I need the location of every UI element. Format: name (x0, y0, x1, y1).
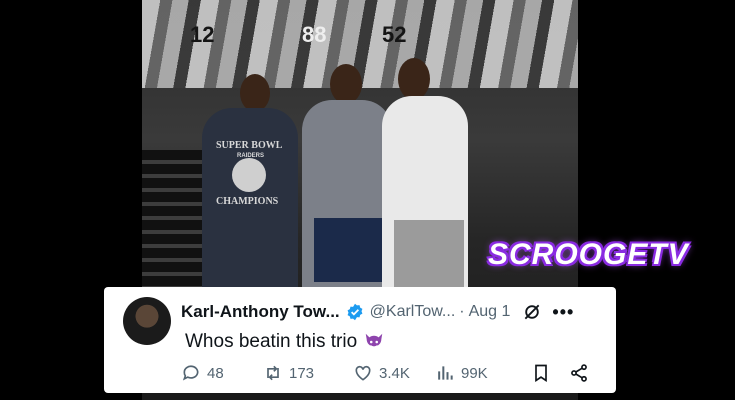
views-button[interactable]: 99K (435, 363, 531, 383)
author-name[interactable]: Karl-Anthony Tow... (181, 302, 340, 322)
reply-count: 48 (207, 364, 224, 382)
tweet-body: Whos beatin this trio (185, 331, 385, 353)
watermark: SCROOGETV (488, 238, 689, 271)
raiders-logo (232, 158, 266, 192)
tweet-text: Whos beatin this trio (185, 331, 358, 352)
shirt-line: CHAMPIONS (216, 196, 279, 207)
repost-count: 173 (289, 364, 315, 382)
person-right-shorts (394, 220, 464, 290)
like-count: 3.4K (379, 364, 410, 382)
mural-jersey-number: 88 (302, 22, 327, 47)
repost-button[interactable]: 173 (263, 363, 353, 383)
share-button[interactable] (569, 363, 595, 383)
share-icon (571, 364, 587, 382)
mural-jersey-number: 52 (382, 22, 407, 47)
tweet-card[interactable]: Karl-Anthony Tow... @KarlTow... · Aug 1 … (104, 287, 616, 393)
reply-button[interactable]: 48 (181, 363, 263, 383)
shirt-line: RAIDERS (237, 153, 265, 159)
tweet-header: Karl-Anthony Tow... @KarlTow... · Aug 1 … (181, 301, 604, 323)
heart-icon (355, 365, 371, 381)
smiling-devil-emoji-icon (365, 333, 383, 348)
person-middle-head (330, 64, 362, 104)
person-left: SUPER BOWL RAIDERS CHAMPIONS (202, 108, 298, 300)
bookmark-button[interactable] (531, 363, 569, 383)
tweet-date[interactable]: Aug 1 (469, 303, 511, 321)
tweet-actions: 48 173 3.4K 99K (181, 363, 595, 383)
repost-icon (267, 365, 279, 381)
separator-dot: · (459, 303, 465, 320)
reply-icon (182, 365, 199, 381)
views-chart-icon (438, 366, 453, 380)
person-middle-shorts (314, 218, 386, 282)
grok-icon[interactable] (522, 302, 542, 322)
view-count: 99K (461, 364, 488, 382)
bookmark-icon (535, 364, 547, 383)
shirt-line: SUPER BOWL (216, 140, 283, 151)
verified-badge-icon (347, 303, 363, 321)
mural-jersey-number: 12 (190, 22, 215, 47)
like-button[interactable]: 3.4K (353, 363, 435, 383)
avatar[interactable] (123, 297, 171, 345)
person-right-head (398, 58, 430, 100)
author-handle[interactable]: @KarlTow... (370, 303, 456, 321)
person-left-head (240, 74, 270, 112)
more-options-icon[interactable]: ••• (552, 302, 574, 323)
